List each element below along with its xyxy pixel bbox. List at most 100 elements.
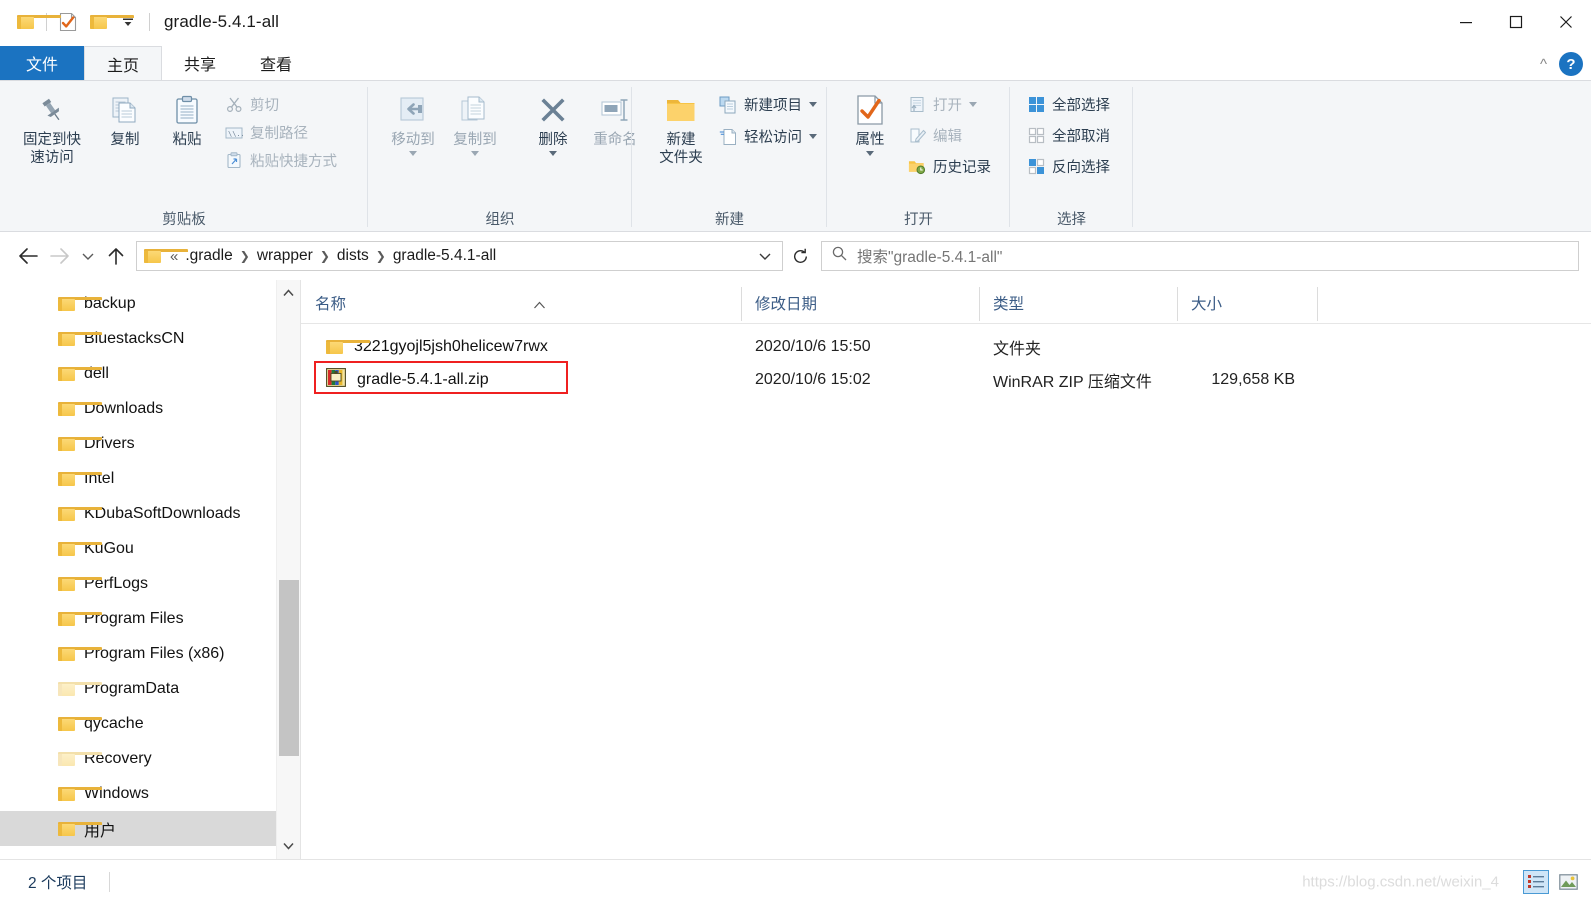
column-header-size[interactable]: 大小 bbox=[1177, 287, 1317, 323]
column-header-date[interactable]: 修改日期 bbox=[741, 287, 979, 323]
table-row[interactable]: gradle-5.4.1-all.zip 2020/10/6 15:02 WinRA… bbox=[301, 363, 1591, 396]
pin-to-quick-access-button[interactable]: 固定到快 速访问 bbox=[10, 89, 94, 171]
recent-locations-button[interactable] bbox=[76, 240, 100, 272]
copy-path-button[interactable]: \\... 复制路径 bbox=[222, 121, 340, 144]
chevron-right-icon[interactable]: ❯ bbox=[238, 249, 252, 263]
maximize-button[interactable] bbox=[1491, 0, 1541, 44]
status-bar: 2 个项目 https://blog.csdn.net/weixin_4 bbox=[0, 859, 1591, 903]
paste-shortcut-label: 粘贴快捷方式 bbox=[250, 154, 337, 170]
ribbon-group-new: 新建 文件夹 新建项目 轻松访问 新建 bbox=[632, 81, 827, 231]
file-name-label: 3221gyojl5jsh0helicew7rwx bbox=[354, 337, 548, 355]
chevron-down-icon[interactable] bbox=[471, 151, 479, 156]
pin-to-quick-access-label: 固定到快 速访问 bbox=[23, 132, 81, 166]
copy-to-icon bbox=[458, 93, 492, 127]
tree-item[interactable]: Program Files (x86) bbox=[0, 636, 300, 671]
breadcrumb-item-gradle[interactable]: .gradle bbox=[180, 245, 237, 267]
scroll-up-button[interactable] bbox=[277, 280, 300, 306]
refresh-button[interactable] bbox=[783, 241, 817, 271]
copy-to-button[interactable]: 复制到 bbox=[444, 89, 506, 160]
delete-button[interactable]: 删除 bbox=[522, 89, 584, 160]
tab-bar-right-controls: ^ ? bbox=[1540, 52, 1583, 76]
tree-item[interactable]: Downloads bbox=[0, 391, 300, 426]
delete-x-icon bbox=[536, 93, 570, 127]
paste-button[interactable]: 粘贴 bbox=[156, 89, 218, 153]
tree-item[interactable]: BluestacksCN bbox=[0, 321, 300, 356]
tree-item-label: KDubaSoftDownloads bbox=[84, 504, 241, 522]
edit-button[interactable]: 编辑 bbox=[905, 124, 994, 147]
chevron-down-icon[interactable] bbox=[809, 102, 817, 107]
close-button[interactable] bbox=[1541, 0, 1591, 44]
chevron-down-icon[interactable] bbox=[969, 102, 977, 107]
chevron-up-icon[interactable]: ^ bbox=[1540, 56, 1547, 73]
select-none-button[interactable]: 全部取消 bbox=[1024, 124, 1113, 147]
tab-home[interactable]: 主页 bbox=[84, 46, 163, 80]
qat-dropdown-icon[interactable] bbox=[113, 7, 143, 37]
tree-item[interactable]: Intel bbox=[0, 461, 300, 496]
tree-item[interactable]: qycache bbox=[0, 706, 300, 741]
open-button[interactable]: 打开 bbox=[905, 93, 994, 116]
up-button[interactable] bbox=[100, 240, 132, 272]
chevron-right-icon[interactable]: ❯ bbox=[374, 249, 388, 263]
file-date-cell: 2020/10/6 15:02 bbox=[755, 370, 871, 388]
tree-item[interactable]: ProgramData bbox=[0, 671, 300, 706]
folder-icon[interactable] bbox=[10, 7, 61, 37]
folder-icon bbox=[58, 541, 102, 556]
invert-selection-button[interactable]: 反向选择 bbox=[1024, 155, 1113, 178]
breadcrumb-item-wrapper[interactable]: wrapper bbox=[252, 245, 318, 267]
breadcrumb-item-dists[interactable]: dists bbox=[332, 245, 374, 267]
large-icons-view-icon[interactable] bbox=[1555, 870, 1581, 894]
select-all-button[interactable]: 全部选择 bbox=[1024, 93, 1113, 116]
scrollbar-thumb[interactable] bbox=[279, 580, 299, 756]
tab-share[interactable]: 共享 bbox=[162, 46, 238, 80]
address-dropdown-icon[interactable] bbox=[752, 252, 778, 261]
cut-button[interactable]: 剪切 bbox=[222, 93, 340, 116]
move-to-button[interactable]: 移动到 bbox=[382, 89, 444, 160]
chevron-down-icon[interactable] bbox=[809, 134, 817, 139]
tree-item[interactable]: Program Files bbox=[0, 601, 300, 636]
easy-access-button[interactable]: 轻松访问 bbox=[716, 125, 820, 148]
scroll-down-button[interactable] bbox=[277, 833, 300, 859]
tree-item[interactable]: backup bbox=[0, 286, 300, 321]
new-folder-icon[interactable] bbox=[83, 7, 134, 37]
chevron-down-icon[interactable] bbox=[409, 151, 417, 156]
chevron-down-icon[interactable] bbox=[866, 151, 874, 156]
forward-button[interactable] bbox=[44, 240, 76, 272]
tree-item[interactable]: Windows bbox=[0, 776, 300, 811]
chevron-right-icon[interactable]: ❯ bbox=[318, 249, 332, 263]
properties-button[interactable]: 属性 bbox=[839, 89, 901, 160]
search-box[interactable]: 搜索"gradle-5.4.1-all" bbox=[821, 241, 1579, 271]
tree-item[interactable]: Recovery bbox=[0, 741, 300, 776]
ribbon-group-open: 属性 打开 编辑 历史记录 打开 bbox=[827, 81, 1010, 231]
tree-item[interactable]: Drivers bbox=[0, 426, 300, 461]
navpane-scrollbar[interactable] bbox=[276, 280, 300, 859]
tree-item[interactable]: PerfLogs bbox=[0, 566, 300, 601]
folder-icon bbox=[58, 436, 102, 451]
search-input[interactable]: 搜索"gradle-5.4.1-all" bbox=[857, 245, 1002, 267]
ribbon-group-clipboard: 固定到快 速访问 复制 粘贴 剪切 \\. 复制路径 粘贴快捷方式 剪贴板 bbox=[0, 81, 368, 231]
tab-file[interactable]: 文件 bbox=[0, 46, 85, 80]
properties-icon[interactable] bbox=[53, 7, 83, 37]
paste-shortcut-button[interactable]: 粘贴快捷方式 bbox=[222, 149, 340, 172]
new-item-button[interactable]: 新建项目 bbox=[716, 93, 820, 116]
chevron-down-icon[interactable] bbox=[549, 151, 557, 156]
tree-item[interactable]: KuGou bbox=[0, 531, 300, 566]
copy-button[interactable]: 复制 bbox=[94, 89, 156, 153]
breadcrumb-bar[interactable]: « .gradle ❯ wrapper ❯ dists ❯ gradle-5.4… bbox=[136, 241, 783, 271]
column-header-name[interactable]: 名称 bbox=[301, 293, 741, 323]
column-header-type[interactable]: 类型 bbox=[979, 287, 1177, 323]
help-button[interactable]: ? bbox=[1559, 52, 1583, 76]
tree-item[interactable]: dell bbox=[0, 356, 300, 391]
history-button[interactable]: 历史记录 bbox=[905, 155, 994, 178]
column-headers: 名称 修改日期 类型 大小 bbox=[301, 280, 1591, 324]
tab-view[interactable]: 查看 bbox=[238, 46, 314, 80]
minimize-button[interactable] bbox=[1441, 0, 1491, 44]
new-folder-button[interactable]: 新建 文件夹 bbox=[650, 89, 712, 171]
tree-item[interactable]: KDubaSoftDownloads bbox=[0, 496, 300, 531]
window-title: gradle-5.4.1-all bbox=[164, 12, 279, 31]
folder-icon bbox=[58, 401, 102, 416]
table-row[interactable]: 3221gyojl5jsh0helicew7rwx 2020/10/6 15:50… bbox=[301, 330, 1591, 363]
breadcrumb-item-current[interactable]: gradle-5.4.1-all bbox=[388, 245, 501, 267]
tree-item[interactable]: 用户 bbox=[0, 811, 300, 846]
back-button[interactable] bbox=[12, 240, 44, 272]
details-view-icon[interactable] bbox=[1523, 869, 1549, 894]
